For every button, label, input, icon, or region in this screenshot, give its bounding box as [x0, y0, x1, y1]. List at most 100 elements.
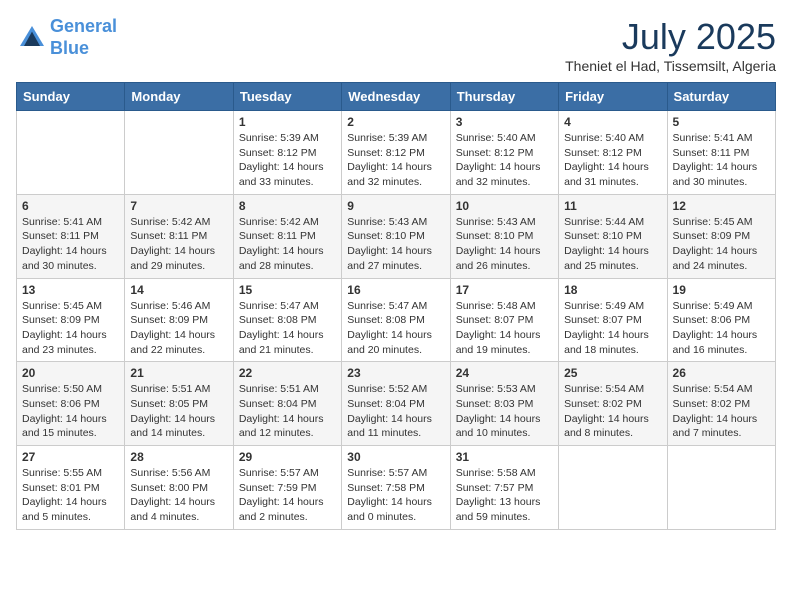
day-number: 17 — [456, 283, 553, 297]
day-info: Sunrise: 5:44 AM Sunset: 8:10 PM Dayligh… — [564, 215, 661, 274]
calendar-day-cell: 22 Sunrise: 5:51 AM Sunset: 8:04 PM Dayli… — [233, 362, 341, 446]
day-info: Sunrise: 5:49 AM Sunset: 8:06 PM Dayligh… — [673, 299, 770, 358]
day-info: Sunrise: 5:49 AM Sunset: 8:07 PM Dayligh… — [564, 299, 661, 358]
day-info: Sunrise: 5:43 AM Sunset: 8:10 PM Dayligh… — [347, 215, 444, 274]
calendar-day-cell: 31 Sunrise: 5:58 AM Sunset: 7:57 PM Dayli… — [450, 446, 558, 530]
day-info: Sunrise: 5:57 AM Sunset: 7:58 PM Dayligh… — [347, 466, 444, 525]
calendar-day-cell: 26Sunrise: 5:54 AM Sunset: 8:02 PM Dayli… — [667, 362, 775, 446]
weekday-header-cell: Monday — [125, 83, 233, 111]
day-number: 29 — [239, 450, 336, 464]
weekday-header-cell: Sunday — [17, 83, 125, 111]
day-info: Sunrise: 5:56 AM Sunset: 8:00 PM Dayligh… — [130, 466, 227, 525]
day-number: 6 — [22, 199, 119, 213]
calendar-week-row: 13 Sunrise: 5:45 AM Sunset: 8:09 PM Dayli… — [17, 278, 776, 362]
calendar-day-cell: 14 Sunrise: 5:46 AM Sunset: 8:09 PM Dayli… — [125, 278, 233, 362]
day-info: Sunrise: 5:40 AM Sunset: 8:12 PM Dayligh… — [564, 131, 661, 190]
calendar-week-row: 20 Sunrise: 5:50 AM Sunset: 8:06 PM Dayli… — [17, 362, 776, 446]
day-number: 24 — [456, 366, 553, 380]
day-info: Sunrise: 5:45 AM Sunset: 8:09 PM Dayligh… — [673, 215, 770, 274]
day-info: Sunrise: 5:55 AM Sunset: 8:01 PM Dayligh… — [22, 466, 119, 525]
calendar-day-cell — [17, 111, 125, 195]
calendar-day-cell: 3 Sunrise: 5:40 AM Sunset: 8:12 PM Daylig… — [450, 111, 558, 195]
weekday-header-cell: Wednesday — [342, 83, 450, 111]
day-number: 8 — [239, 199, 336, 213]
logo: General Blue — [16, 16, 117, 59]
day-number: 25 — [564, 366, 661, 380]
day-number: 23 — [347, 366, 444, 380]
calendar-day-cell: 19 Sunrise: 5:49 AM Sunset: 8:06 PM Dayli… — [667, 278, 775, 362]
calendar-day-cell: 7Sunrise: 5:42 AM Sunset: 8:11 PM Daylig… — [125, 194, 233, 278]
calendar-day-cell: 1 Sunrise: 5:39 AM Sunset: 8:12 PM Daylig… — [233, 111, 341, 195]
calendar-day-cell — [667, 446, 775, 530]
day-number: 5 — [673, 115, 770, 129]
month-title: July 2025 — [565, 16, 776, 58]
day-number: 12 — [673, 199, 770, 213]
day-number: 22 — [239, 366, 336, 380]
calendar-day-cell: 10 Sunrise: 5:43 AM Sunset: 8:10 PM Dayli… — [450, 194, 558, 278]
day-info: Sunrise: 5:57 AM Sunset: 7:59 PM Dayligh… — [239, 466, 336, 525]
day-info: Sunrise: 5:41 AM Sunset: 8:11 PM Dayligh… — [22, 215, 119, 274]
day-number: 3 — [456, 115, 553, 129]
calendar-day-cell: 23Sunrise: 5:52 AM Sunset: 8:04 PM Dayli… — [342, 362, 450, 446]
calendar-day-cell: 29 Sunrise: 5:57 AM Sunset: 7:59 PM Dayli… — [233, 446, 341, 530]
day-number: 7 — [130, 199, 227, 213]
calendar-week-row: 27 Sunrise: 5:55 AM Sunset: 8:01 PM Dayli… — [17, 446, 776, 530]
day-number: 10 — [456, 199, 553, 213]
day-number: 2 — [347, 115, 444, 129]
calendar-day-cell: 15 Sunrise: 5:47 AM Sunset: 8:08 PM Dayli… — [233, 278, 341, 362]
day-info: Sunrise: 5:47 AM Sunset: 8:08 PM Dayligh… — [347, 299, 444, 358]
calendar-day-cell: 24Sunrise: 5:53 AM Sunset: 8:03 PM Dayli… — [450, 362, 558, 446]
day-info: Sunrise: 5:54 AM Sunset: 8:02 PM Dayligh… — [564, 382, 661, 441]
day-number: 14 — [130, 283, 227, 297]
calendar-week-row: 6 Sunrise: 5:41 AM Sunset: 8:11 PM Daylig… — [17, 194, 776, 278]
weekday-header-cell: Friday — [559, 83, 667, 111]
day-number: 15 — [239, 283, 336, 297]
day-number: 1 — [239, 115, 336, 129]
day-info: Sunrise: 5:40 AM Sunset: 8:12 PM Dayligh… — [456, 131, 553, 190]
day-info: Sunrise: 5:51 AM Sunset: 8:05 PM Dayligh… — [130, 382, 227, 441]
calendar-day-cell: 21Sunrise: 5:51 AM Sunset: 8:05 PM Dayli… — [125, 362, 233, 446]
calendar-day-cell: 8Sunrise: 5:42 AM Sunset: 8:11 PM Daylig… — [233, 194, 341, 278]
day-info: Sunrise: 5:47 AM Sunset: 8:08 PM Dayligh… — [239, 299, 336, 358]
weekday-header-cell: Saturday — [667, 83, 775, 111]
day-info: Sunrise: 5:50 AM Sunset: 8:06 PM Dayligh… — [22, 382, 119, 441]
calendar-day-cell: 11 Sunrise: 5:44 AM Sunset: 8:10 PM Dayli… — [559, 194, 667, 278]
calendar-day-cell: 9 Sunrise: 5:43 AM Sunset: 8:10 PM Daylig… — [342, 194, 450, 278]
day-number: 4 — [564, 115, 661, 129]
calendar-day-cell: 13 Sunrise: 5:45 AM Sunset: 8:09 PM Dayli… — [17, 278, 125, 362]
weekday-header-cell: Tuesday — [233, 83, 341, 111]
location-title: Theniet el Had, Tissemsilt, Algeria — [565, 58, 776, 74]
day-info: Sunrise: 5:43 AM Sunset: 8:10 PM Dayligh… — [456, 215, 553, 274]
day-info: Sunrise: 5:41 AM Sunset: 8:11 PM Dayligh… — [673, 131, 770, 190]
day-number: 18 — [564, 283, 661, 297]
day-number: 19 — [673, 283, 770, 297]
calendar-day-cell: 5 Sunrise: 5:41 AM Sunset: 8:11 PM Daylig… — [667, 111, 775, 195]
day-number: 31 — [456, 450, 553, 464]
calendar-day-cell: 28 Sunrise: 5:56 AM Sunset: 8:00 PM Dayli… — [125, 446, 233, 530]
day-info: Sunrise: 5:46 AM Sunset: 8:09 PM Dayligh… — [130, 299, 227, 358]
day-number: 20 — [22, 366, 119, 380]
calendar-week-row: 1 Sunrise: 5:39 AM Sunset: 8:12 PM Daylig… — [17, 111, 776, 195]
day-info: Sunrise: 5:45 AM Sunset: 8:09 PM Dayligh… — [22, 299, 119, 358]
day-number: 11 — [564, 199, 661, 213]
day-number: 16 — [347, 283, 444, 297]
day-info: Sunrise: 5:39 AM Sunset: 8:12 PM Dayligh… — [347, 131, 444, 190]
calendar-day-cell: 16 Sunrise: 5:47 AM Sunset: 8:08 PM Dayli… — [342, 278, 450, 362]
calendar-day-cell: 30Sunrise: 5:57 AM Sunset: 7:58 PM Dayli… — [342, 446, 450, 530]
weekday-header-cell: Thursday — [450, 83, 558, 111]
day-info: Sunrise: 5:39 AM Sunset: 8:12 PM Dayligh… — [239, 131, 336, 190]
weekday-header-row: SundayMondayTuesdayWednesdayThursdayFrid… — [17, 83, 776, 111]
day-info: Sunrise: 5:51 AM Sunset: 8:04 PM Dayligh… — [239, 382, 336, 441]
calendar-table: SundayMondayTuesdayWednesdayThursdayFrid… — [16, 82, 776, 530]
day-number: 27 — [22, 450, 119, 464]
calendar-day-cell: 18 Sunrise: 5:49 AM Sunset: 8:07 PM Dayli… — [559, 278, 667, 362]
calendar-day-cell: 27 Sunrise: 5:55 AM Sunset: 8:01 PM Dayli… — [17, 446, 125, 530]
day-info: Sunrise: 5:48 AM Sunset: 8:07 PM Dayligh… — [456, 299, 553, 358]
calendar-day-cell — [559, 446, 667, 530]
day-info: Sunrise: 5:58 AM Sunset: 7:57 PM Dayligh… — [456, 466, 553, 525]
day-info: Sunrise: 5:54 AM Sunset: 8:02 PM Dayligh… — [673, 382, 770, 441]
calendar-day-cell: 4 Sunrise: 5:40 AM Sunset: 8:12 PM Daylig… — [559, 111, 667, 195]
day-number: 13 — [22, 283, 119, 297]
day-number: 28 — [130, 450, 227, 464]
day-number: 9 — [347, 199, 444, 213]
